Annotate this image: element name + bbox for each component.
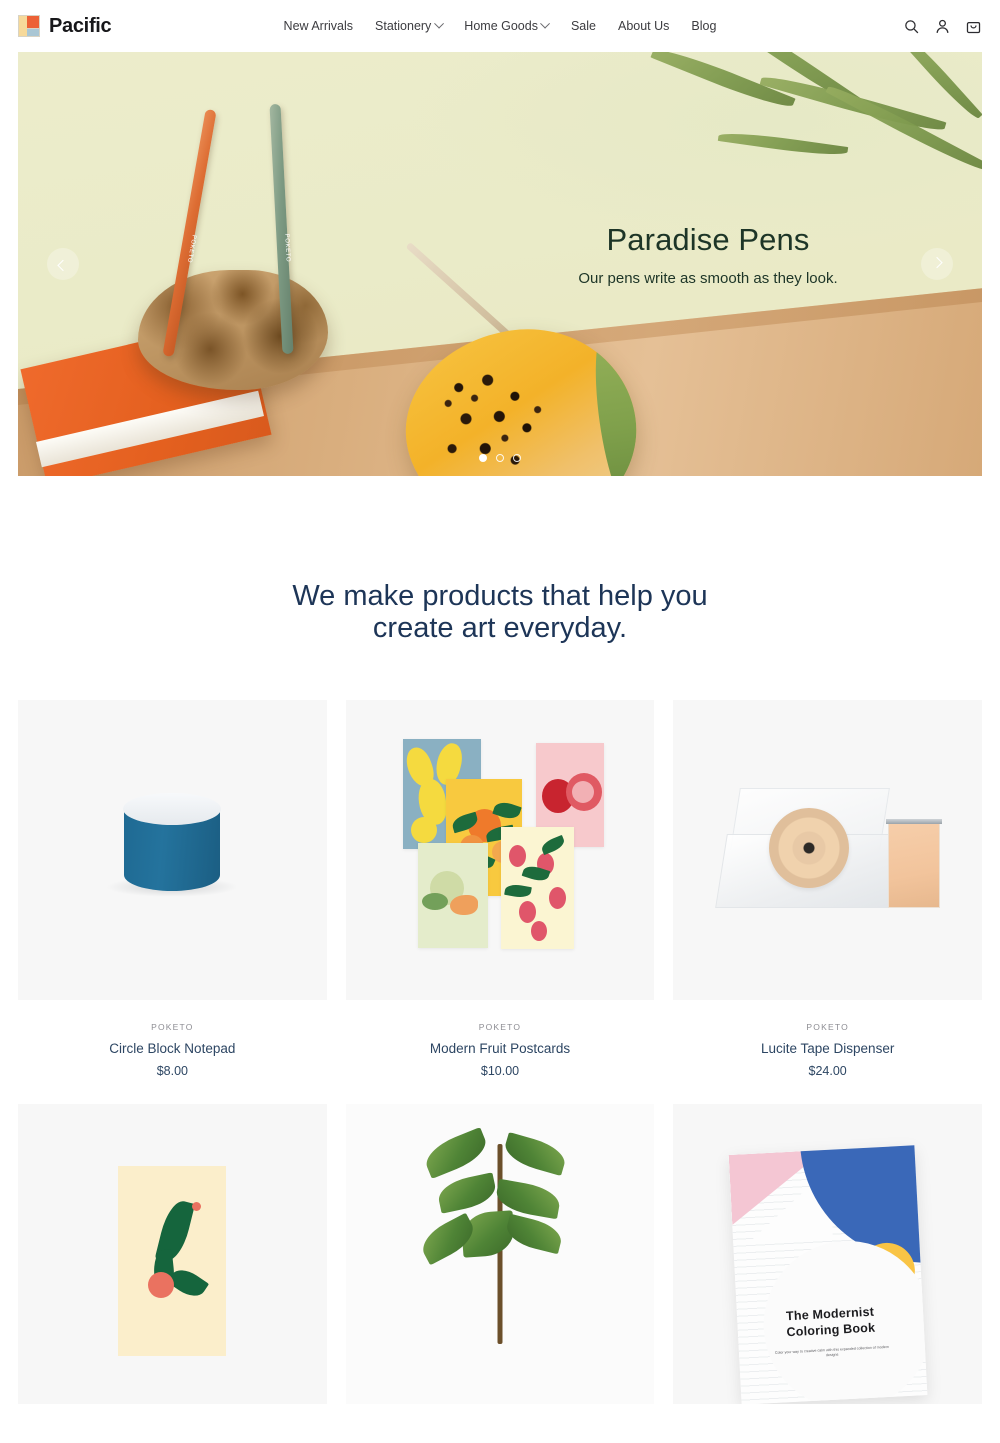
plant-leaf — [420, 1127, 491, 1179]
hero-carousel: POKETO POKETO Paradise Pens Our pens wri… — [18, 52, 982, 476]
hero-title: Paradise Pens — [606, 222, 810, 257]
postcard-berries — [500, 826, 574, 949]
product-card[interactable]: POKETO Lucite Tape Dispenser $24.00 — [673, 699, 982, 1078]
product-vendor: POKETO — [151, 1021, 194, 1032]
pacific-logo-blocks-icon — [18, 15, 40, 37]
carousel-next-button[interactable] — [921, 248, 953, 280]
book-title-line-1: The Modernist — [785, 1304, 875, 1324]
notepad-illustration — [106, 792, 239, 897]
logo-blue-block — [26, 27, 39, 36]
carousel-dot-1[interactable] — [479, 454, 487, 462]
tape-dispenser-head — [887, 821, 940, 908]
product-card[interactable]: POKETO Modern Fruit Postcards $10.00 — [345, 699, 655, 1078]
chevron-right-icon — [931, 256, 943, 269]
art-print-illustration — [118, 1165, 227, 1356]
product-card[interactable] — [18, 1103, 327, 1443]
nav-label: About Us — [617, 19, 670, 33]
tape-roll — [769, 807, 850, 888]
product-price: $10.00 — [480, 1063, 520, 1078]
logo-left-block — [19, 16, 27, 36]
nav-item-stationery[interactable]: Stationery — [375, 18, 444, 33]
hero-subtitle: Our pens write as smooth as they look. — [578, 270, 838, 287]
header-actions — [903, 18, 982, 35]
logo-orange-block — [26, 16, 39, 28]
brand-name: Pacific — [49, 14, 112, 37]
book-title-line-2: Coloring Book — [785, 1320, 876, 1340]
product-price: $8.00 — [156, 1063, 188, 1078]
postcard-melon — [417, 842, 488, 948]
print-dot-small — [192, 1201, 202, 1211]
product-grid: POKETO Circle Block Notepad $8.00 POKETO… — [18, 699, 982, 1443]
product-image-coloring-book[interactable]: The Modernist Coloring Book Color your w… — [673, 1103, 982, 1404]
product-image-art-print[interactable] — [18, 1103, 327, 1404]
nav-item-home-goods[interactable]: Home Goods — [464, 18, 551, 33]
hero-caption: Paradise Pens Our pens write as smooth a… — [498, 222, 918, 287]
product-image-tape-dispenser[interactable] — [673, 699, 982, 1000]
page-title: We make products that help you create ar… — [220, 580, 780, 645]
cart-icon[interactable] — [965, 18, 982, 35]
product-card[interactable]: POKETO Circle Block Notepad $8.00 — [18, 699, 327, 1078]
coloring-book-cover: The Modernist Coloring Book Color your w… — [728, 1145, 928, 1404]
plant-leaf — [503, 1213, 565, 1255]
tape-dispenser-blade — [885, 818, 942, 824]
search-icon[interactable] — [903, 18, 920, 35]
nav-label: Stationery — [375, 19, 432, 33]
account-icon[interactable] — [934, 18, 951, 35]
product-title[interactable]: Modern Fruit Postcards — [346, 1041, 655, 1056]
plant-leaf — [500, 1131, 569, 1176]
product-image-plant[interactable] — [345, 1103, 655, 1404]
carousel-dot-2[interactable] — [496, 454, 504, 462]
product-vendor: POKETO — [478, 1021, 522, 1032]
print-dot-large — [148, 1271, 175, 1298]
product-title[interactable]: Circle Block Notepad — [18, 1041, 327, 1056]
product-image-notepad[interactable] — [18, 699, 327, 1000]
brand-logo[interactable]: Pacific — [18, 14, 112, 38]
main-navigation: New Arrivals Stationery Home Goods Sale … — [284, 18, 716, 33]
product-title[interactable]: Lucite Tape Dispenser — [673, 1041, 982, 1056]
nav-item-blog[interactable]: Blog — [691, 19, 716, 33]
nav-item-about-us[interactable]: About Us — [618, 19, 669, 33]
carousel-prev-button[interactable] — [47, 248, 79, 280]
chevron-down-icon — [433, 18, 444, 29]
product-card[interactable] — [345, 1103, 655, 1443]
notepad-body — [123, 792, 222, 891]
site-header: Pacific New Arrivals Stationery Home Goo… — [0, 0, 1000, 52]
notepad-top-page — [123, 792, 222, 825]
product-vendor: POKETO — [806, 1021, 849, 1032]
carousel-dots — [479, 454, 521, 462]
heading-line-2: create art everyday. — [372, 612, 628, 645]
product-price: $24.00 — [808, 1063, 847, 1078]
chevron-down-icon — [540, 18, 551, 29]
heading-line-1: We make products that help you — [292, 580, 708, 612]
nav-label: Home Goods — [464, 19, 538, 33]
chevron-left-icon — [57, 259, 69, 272]
carousel-dot-3[interactable] — [513, 454, 521, 462]
nav-label: New Arrivals — [283, 19, 354, 33]
nav-item-sale[interactable]: Sale — [571, 19, 596, 33]
plant-leaf — [435, 1172, 499, 1214]
logo-right-column — [26, 16, 39, 36]
nav-label: Sale — [570, 19, 596, 33]
nav-label: Blog — [691, 19, 717, 33]
nav-item-new-arrivals[interactable]: New Arrivals — [284, 19, 353, 33]
product-image-postcards[interactable] — [345, 699, 655, 1000]
product-card[interactable]: The Modernist Coloring Book Color your w… — [673, 1103, 982, 1443]
